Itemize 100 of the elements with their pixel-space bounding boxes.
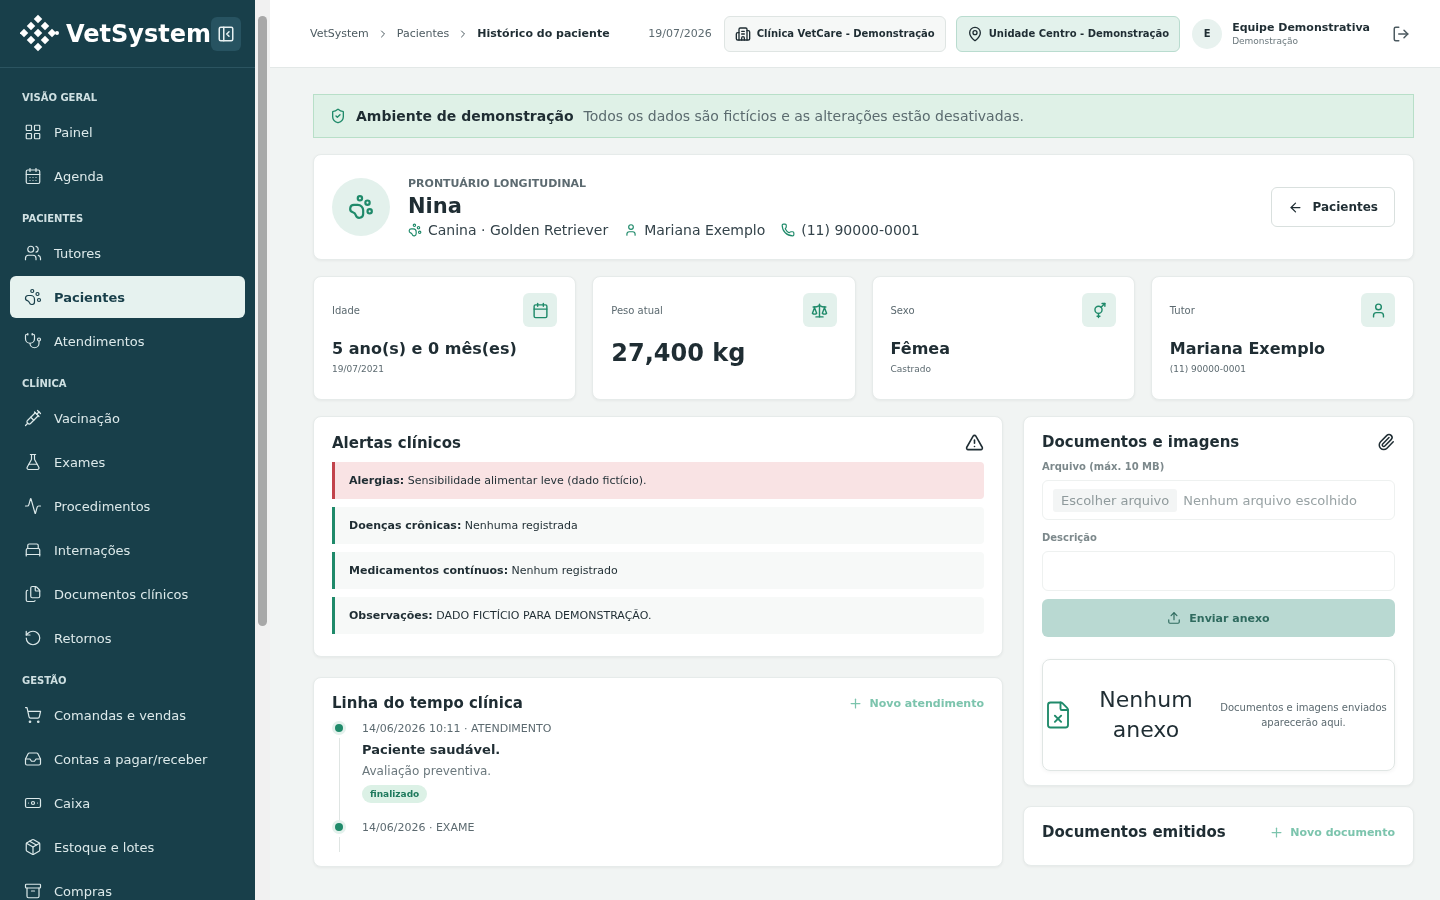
paperclip-icon [1377,433,1395,451]
collapse-sidebar-button[interactable] [211,16,241,51]
current-date: 19/07/2026 [648,27,712,40]
phone-number: (11) 90000-0001 [801,221,920,238]
paw-icon [24,288,42,306]
status-tag: finalizado [362,785,428,803]
nav-item[interactable]: Retornos [10,617,245,659]
warning-icon [965,433,984,452]
field-label: Arquivo (máx. 10 MB) [1042,461,1166,472]
breadcrumb-link[interactable]: Pacientes [396,27,450,40]
panel-title: Linha do tempo clínica [332,694,523,712]
species-breed: Canina · Golden Retriever [428,221,609,238]
nav-item[interactable]: Comandas e vendas [10,694,245,736]
nav-item[interactable]: Internações [10,529,245,571]
entry-meta: 14/06/2026 10:11 · ATENDIMENTO [362,722,552,735]
cart-icon [24,706,42,724]
plus-icon [848,695,864,711]
rotate-icon [24,629,42,647]
alert-item: Doenças crônicas: Nenhuma registrada [332,507,984,544]
record-type: PRONTUÁRIO LONGITUDINAL [408,176,588,190]
box-icon [24,838,42,856]
patient-name: Nina [408,193,463,218]
nav-section-title: CLÍNICA [21,376,68,391]
stat-value: 27,400 kg [611,339,747,367]
nav-section-title: PACIENTES [21,212,85,226]
bed-icon [24,541,42,559]
nav-item[interactable]: Estoque e lotes [10,826,245,868]
breadcrumb-link[interactable]: Histórico do paciente [477,27,610,40]
users-icon [24,244,42,262]
nav-item[interactable]: Vacinação [10,397,245,439]
tutor-name: Mariana Exemplo [644,221,766,238]
grid-icon [24,123,42,141]
logo-icon [20,13,60,54]
map-pin-icon [966,25,983,42]
file-status: Nenhum arquivo escolhido [1183,492,1357,508]
nav-item[interactable]: Painel [10,111,245,153]
scrollbar[interactable] [255,0,270,900]
banner-text: Todos os dados são fictícios e as alterações estão desativadas. [583,108,1024,124]
stat-value: Mariana Exemplo [1169,339,1327,358]
nav-item[interactable]: Tutores [10,232,245,274]
nav-item[interactable]: Documentos clínicos [10,573,245,615]
stethoscope-icon [24,332,42,350]
nav-item[interactable]: Contas a pagar/receber [10,738,245,780]
calendar-icon [531,301,549,319]
nav-item[interactable]: Compras [10,870,245,900]
entry-meta: 14/06/2026 · EXAME [362,821,475,834]
logout-icon[interactable] [1392,24,1410,43]
stat-label: Sexo [890,304,915,316]
panel-title: Alertas clínicos [332,433,461,452]
banner-title: Ambiente de demonstração [356,108,574,124]
stat-subtext: (11) 90000-0001 [1169,364,1247,374]
entry-title: Paciente saudável. [362,742,502,757]
user-avatar: E [1192,18,1223,49]
paw-icon [348,194,374,220]
back-button[interactable]: Pacientes [1270,187,1395,227]
building-icon [734,25,751,42]
nav-item[interactable]: Pacientes [10,276,245,318]
stat-subtext: Castrado [890,364,932,374]
nav-item[interactable]: Procedimentos [10,485,245,527]
upload-icon [1167,611,1182,625]
panel-title: Documentos e imagens [1042,433,1240,451]
panel-collapse-icon [217,24,235,43]
alert-item: Medicamentos contínuos: Nenhum registrado [332,552,984,589]
stat-label: Peso atual [611,304,663,316]
nav-item[interactable]: Caixa [10,782,245,824]
stat-label: Tutor [1169,304,1195,316]
user-role: Demonstração [1232,36,1299,46]
nav-item[interactable]: Atendimentos [10,320,245,362]
alert-item: Alergias: Sensibilidade alimentar leve (dado fictício). [332,462,984,499]
stat-label: Idade [332,304,360,316]
unit-selector[interactable]: Unidade Centro - Demonstração [955,15,1181,52]
empty-title: Nenhum anexo [1098,686,1194,744]
brand-name: VetSystem [66,19,211,48]
nav-item[interactable]: Agenda [10,155,245,197]
panel-title: Documentos emitidos [1042,823,1226,841]
paw-icon [408,222,422,237]
entry-text: Avaliação preventiva. [362,764,493,778]
stat-value: 5 ano(s) e 0 mês(es) [332,339,518,358]
shield-icon [330,108,346,124]
phone-icon [781,222,796,237]
field-label: Descrição [1042,532,1098,543]
plus-icon [1269,824,1285,840]
user-icon [624,222,639,237]
archive-icon [24,882,42,900]
nav-item[interactable]: Exames [10,441,245,483]
breadcrumb-link[interactable]: VetSystem [310,27,369,40]
nav-section-title: VISÃO GERAL [21,90,99,105]
pulse-icon [24,497,42,515]
files-icon [24,585,42,603]
clinic-selector[interactable]: Clínica VetCare - Demonstração [723,15,946,52]
calendar-icon [24,167,42,185]
user-name: Equipe Demonstrativa [1232,21,1370,34]
nav-section-title: GESTÃO [21,673,68,688]
stat-value: Fêmea [890,339,951,358]
empty-text: Documentos e imagens enviados aparecerão aqui. [1219,701,1388,730]
scale-icon [811,301,828,319]
timeline-dot [335,823,343,831]
syringe-icon [24,409,42,427]
stat-subtext: 19/07/2021 [332,364,385,374]
timeline-dot [335,724,343,732]
